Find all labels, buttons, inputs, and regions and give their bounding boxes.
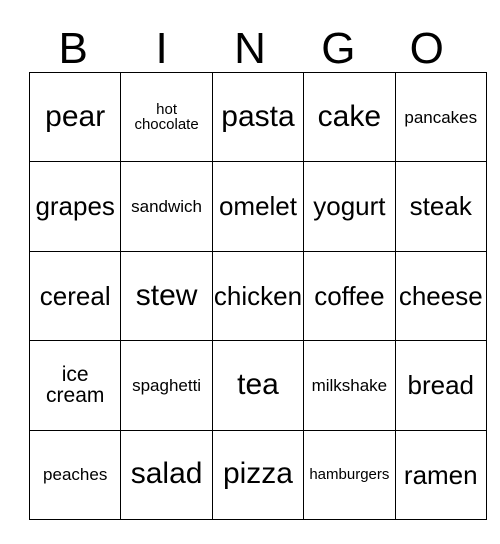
bingo-cell[interactable]: pizza	[211, 429, 305, 520]
bingo-cell[interactable]: grapes	[28, 161, 122, 252]
bingo-cell[interactable]: hamburgers	[303, 429, 396, 520]
bingo-cell-label: ice cream	[46, 362, 105, 408]
bingo-cell[interactable]: pear	[28, 71, 122, 163]
bingo-cell[interactable]: spaghetti	[120, 340, 213, 431]
bingo-cell-label: coffee	[314, 280, 385, 311]
bingo-card: B I N G O pear hot chocolate pasta cake …	[28, 14, 487, 520]
bingo-cell[interactable]: pasta	[211, 71, 305, 163]
bingo-cell-label: peaches	[43, 465, 108, 485]
bingo-header-letter-b: B	[58, 24, 88, 73]
bingo-cell[interactable]: omelet	[211, 161, 305, 252]
bingo-cell-label: salad	[130, 457, 203, 491]
bingo-cell-label: cheese	[398, 280, 483, 311]
bingo-cell-label: omelet	[218, 191, 297, 222]
bingo-cell-label: spaghetti	[132, 375, 202, 395]
bingo-cell[interactable]: pancakes	[394, 71, 487, 163]
bingo-cell[interactable]: salad	[120, 429, 213, 520]
bingo-cell[interactable]: ramen	[394, 429, 487, 520]
bingo-cell[interactable]: chicken	[211, 250, 305, 342]
bingo-cell[interactable]: stew	[120, 250, 213, 342]
bingo-cell-label: hamburgers	[309, 466, 390, 484]
bingo-cell[interactable]: cheese	[394, 250, 487, 342]
bingo-cell-label: tea	[237, 368, 279, 402]
bingo-cell-label: chicken	[213, 280, 303, 311]
bingo-cell-label: stew	[135, 278, 198, 312]
bingo-cell-label: milkshake	[311, 375, 388, 395]
bingo-cell-label: cake	[317, 99, 382, 133]
bingo-cell[interactable]: tea	[211, 340, 305, 431]
bingo-cell[interactable]: steak	[394, 161, 487, 252]
bingo-header-letter-g: G	[321, 24, 356, 73]
bingo-cell-label: pancakes	[404, 107, 478, 127]
bingo-cell[interactable]: peaches	[28, 429, 122, 520]
bingo-cell-label: bread	[407, 370, 475, 401]
bingo-header-letter-i: I	[155, 24, 168, 73]
bingo-cell-label: pear	[45, 99, 106, 133]
bingo-cell[interactable]: hot chocolate	[120, 71, 213, 163]
bingo-header-letter-o: O	[409, 24, 444, 73]
bingo-cell[interactable]: cereal	[28, 250, 122, 342]
bingo-cell-label: sandwich	[131, 196, 203, 216]
bingo-header-row: B I N G O	[29, 14, 471, 72]
bingo-row: ice cream spaghetti tea milkshake bread	[28, 340, 487, 431]
bingo-cell[interactable]: milkshake	[303, 340, 396, 431]
bingo-grid: pear hot chocolate pasta cake pancakes g…	[28, 71, 487, 520]
bingo-cell[interactable]: bread	[394, 340, 487, 431]
bingo-cell-label: steak	[409, 191, 472, 222]
bingo-cell-label: ramen	[403, 459, 478, 490]
bingo-cell[interactable]: yogurt	[303, 161, 396, 252]
bingo-row: pear hot chocolate pasta cake pancakes	[28, 71, 487, 163]
bingo-cell-label: pasta	[221, 99, 295, 133]
bingo-cell-label: yogurt	[313, 191, 386, 222]
bingo-row: peaches salad pizza hamburgers ramen	[28, 429, 487, 520]
bingo-cell[interactable]: ice cream	[28, 340, 122, 431]
bingo-row: grapes sandwich omelet yogurt steak	[28, 161, 487, 252]
bingo-header-letter-n: N	[234, 24, 266, 73]
bingo-cell-label: hot chocolate	[134, 100, 199, 134]
bingo-cell[interactable]: coffee	[303, 250, 396, 342]
bingo-cell-label: pizza	[222, 457, 293, 491]
bingo-cell[interactable]: cake	[303, 71, 396, 163]
bingo-cell-label: cereal	[39, 280, 111, 311]
bingo-cell-label: grapes	[35, 191, 115, 222]
bingo-row: cereal stew chicken coffee cheese	[28, 250, 487, 342]
bingo-cell[interactable]: sandwich	[120, 161, 213, 252]
